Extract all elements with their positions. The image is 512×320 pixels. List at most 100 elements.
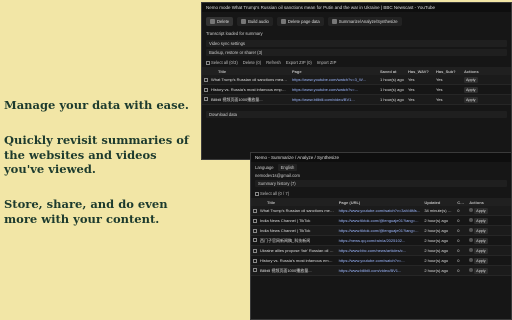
row-checkbox[interactable]	[253, 218, 257, 223]
toolbar: Delete Build audio Delete page data Summ…	[202, 12, 511, 29]
row-actions: Apply	[467, 227, 511, 234]
delete-button[interactable]: Delete	[206, 17, 234, 26]
row-title: What Trump's Russian oil sanctions mean …	[202, 77, 290, 82]
trash-icon	[280, 19, 286, 24]
row-actions: Apply	[462, 86, 490, 93]
history-table: Title Page (URL) Updated Chat Actions Wh…	[251, 198, 511, 276]
row-saved-at: 1 hour(s) ago	[380, 97, 404, 102]
apply-button[interactable]: Apply	[474, 267, 488, 274]
row-updated: 2 hour(s) ago	[424, 238, 449, 243]
row-url-link[interactable]: https://www.bilibili.com/video/BV1...	[337, 268, 423, 273]
promo-line-2: Quickly revisit summaries of the website…	[4, 133, 189, 176]
import-zip-button[interactable]: Import ZIP	[317, 60, 337, 65]
row-checkbox[interactable]	[253, 208, 257, 213]
history-actions: Select all (0 / 7)	[251, 189, 511, 198]
row-actions: Apply	[467, 237, 511, 244]
apply-button[interactable]: Apply	[464, 96, 478, 103]
row-chat-count: 0	[457, 248, 460, 253]
video-sync-section[interactable]: Video sync settings	[206, 40, 507, 47]
chat-icon[interactable]	[469, 218, 474, 223]
table-row: What Trump's Russian oil sanctions mean …	[251, 206, 511, 216]
row-url-link[interactable]: https://news.qq.com/rain/a/2025102...	[337, 238, 423, 243]
table-row: Bilibili 视频页面1000播放量... https://www.bilib…	[202, 95, 511, 105]
row-updated: 2 hour(s) ago	[424, 248, 449, 253]
transcript-status: Transcript loaded for summary	[206, 31, 263, 36]
row-url-link[interactable]: https://www.youtube.com/watch?v=...	[337, 258, 423, 263]
chat-icon[interactable]	[469, 238, 474, 243]
export-zip-button[interactable]: Export ZIP (0)	[286, 60, 312, 65]
select-all-checkbox[interactable]: Select all (0 / 7)	[255, 191, 289, 196]
download-data-section[interactable]: Download data	[206, 111, 507, 118]
apply-button[interactable]: Apply	[464, 76, 478, 83]
apply-button[interactable]: Apply	[464, 86, 478, 93]
row-actions: Apply	[467, 207, 511, 214]
apply-button[interactable]: Apply	[474, 237, 488, 244]
row-saved-at: 1 hour(s) ago	[380, 87, 404, 92]
row-chat-count: 0	[457, 238, 460, 243]
row-checkbox[interactable]	[253, 238, 257, 243]
row-has-wav: Yes	[408, 97, 415, 102]
row-updated: 2 hour(s) ago	[424, 218, 449, 223]
row-page-link[interactable]: https://www.youtube.com/watch?v=...	[290, 87, 378, 92]
delete-selected-button[interactable]: Delete (0)	[243, 60, 261, 65]
chat-icon[interactable]	[469, 258, 474, 263]
row-actions: Apply	[467, 217, 511, 224]
delete-page-data-button[interactable]: Delete page data	[276, 17, 324, 26]
row-checkbox[interactable]	[253, 258, 257, 263]
apply-button[interactable]: Apply	[474, 247, 488, 254]
apply-button[interactable]: Apply	[474, 207, 488, 214]
row-has-sub: Yes	[436, 97, 443, 102]
row-page-link[interactable]: https://www.youtube.com/watch?v=3_W...	[290, 77, 378, 82]
row-title: History vs. Russia's most infamous emper…	[202, 87, 290, 92]
build-audio-button[interactable]: Build audio	[237, 17, 273, 26]
row-has-wav: Yes	[408, 87, 415, 92]
select-all-checkbox[interactable]: Select all (0/3)	[206, 60, 238, 65]
language-select[interactable]: English	[277, 164, 298, 171]
backup-section[interactable]: Backup, restore or share! (3)	[206, 49, 507, 56]
row-url-link[interactable]: https://www.tiktok.com/@lenguaje01?lang=…	[337, 218, 423, 223]
chat-icon[interactable]	[469, 208, 474, 213]
row-saved-at: 1 hour(s) ago	[380, 77, 404, 82]
row-actions: Apply	[467, 257, 511, 264]
row-checkbox[interactable]	[204, 97, 208, 102]
table-header: Title Page Saved at Has_WAV? Has_Sub? Ac…	[202, 67, 511, 75]
row-title: What Trump's Russian oil sanctions mean …	[251, 208, 337, 213]
row-chat-count: 0	[457, 208, 460, 213]
row-updated: 2 hour(s) ago	[424, 268, 449, 273]
promo-line-3: Store, share, and do even more with your…	[4, 197, 168, 226]
backup-actions: Select all (0/3) Delete (0) Refresh Expo…	[202, 58, 511, 67]
table-row: Bilibili 视频页面1000播放量... https://www.bilib…	[251, 266, 511, 276]
summarize-button[interactable]: Summarize/Analyze/Synthesize	[327, 17, 402, 26]
table-header: Title Page (URL) Updated Chat Actions	[251, 198, 511, 206]
row-url-link[interactable]: https://www.tiktok.com/@lenguaje01?lang=…	[337, 228, 423, 233]
chat-icon[interactable]	[469, 268, 474, 273]
row-checkbox[interactable]	[204, 87, 208, 92]
backup-table: Title Page Saved at Has_WAV? Has_Sub? Ac…	[202, 67, 511, 105]
row-checkbox[interactable]	[204, 77, 208, 82]
row-checkbox[interactable]	[253, 268, 257, 273]
row-url-link[interactable]: https://www.youtube.com/watch?v=3aVdiMs.…	[337, 208, 423, 213]
row-has-wav: Yes	[408, 77, 415, 82]
main-window: Nemo mode What Trump's Russian oil sanct…	[201, 2, 512, 160]
row-title: Bilibili 视频页面1000播放量...	[251, 268, 337, 274]
apply-button[interactable]: Apply	[474, 227, 488, 234]
row-actions: Apply	[462, 76, 490, 83]
summary-history-section[interactable]: Summary history (7)	[255, 180, 507, 187]
chat-icon[interactable]	[469, 228, 474, 233]
row-page-link[interactable]: https://www.bilibili.com/video/BV1...	[290, 97, 378, 102]
row-updated: 2 hour(s) ago	[424, 258, 449, 263]
row-updated: 2 hour(s) ago	[424, 228, 449, 233]
row-actions: Apply	[467, 267, 511, 274]
row-has-sub: Yes	[436, 77, 443, 82]
row-checkbox[interactable]	[253, 228, 257, 233]
row-checkbox[interactable]	[253, 248, 257, 253]
apply-button[interactable]: Apply	[474, 257, 488, 264]
chat-icon[interactable]	[469, 248, 474, 253]
row-url-link[interactable]: https://www.bbc.com/news/articles/c...	[337, 248, 423, 253]
table-row: India News Channel | TikTok https://www.t…	[251, 226, 511, 236]
table-row: History vs. Russia's most infamous emper…	[202, 85, 511, 95]
row-title: History vs. Russia's most infamous emper…	[251, 258, 337, 263]
audio-icon	[241, 19, 247, 24]
refresh-button[interactable]: Refresh	[266, 60, 281, 65]
apply-button[interactable]: Apply	[474, 217, 488, 224]
